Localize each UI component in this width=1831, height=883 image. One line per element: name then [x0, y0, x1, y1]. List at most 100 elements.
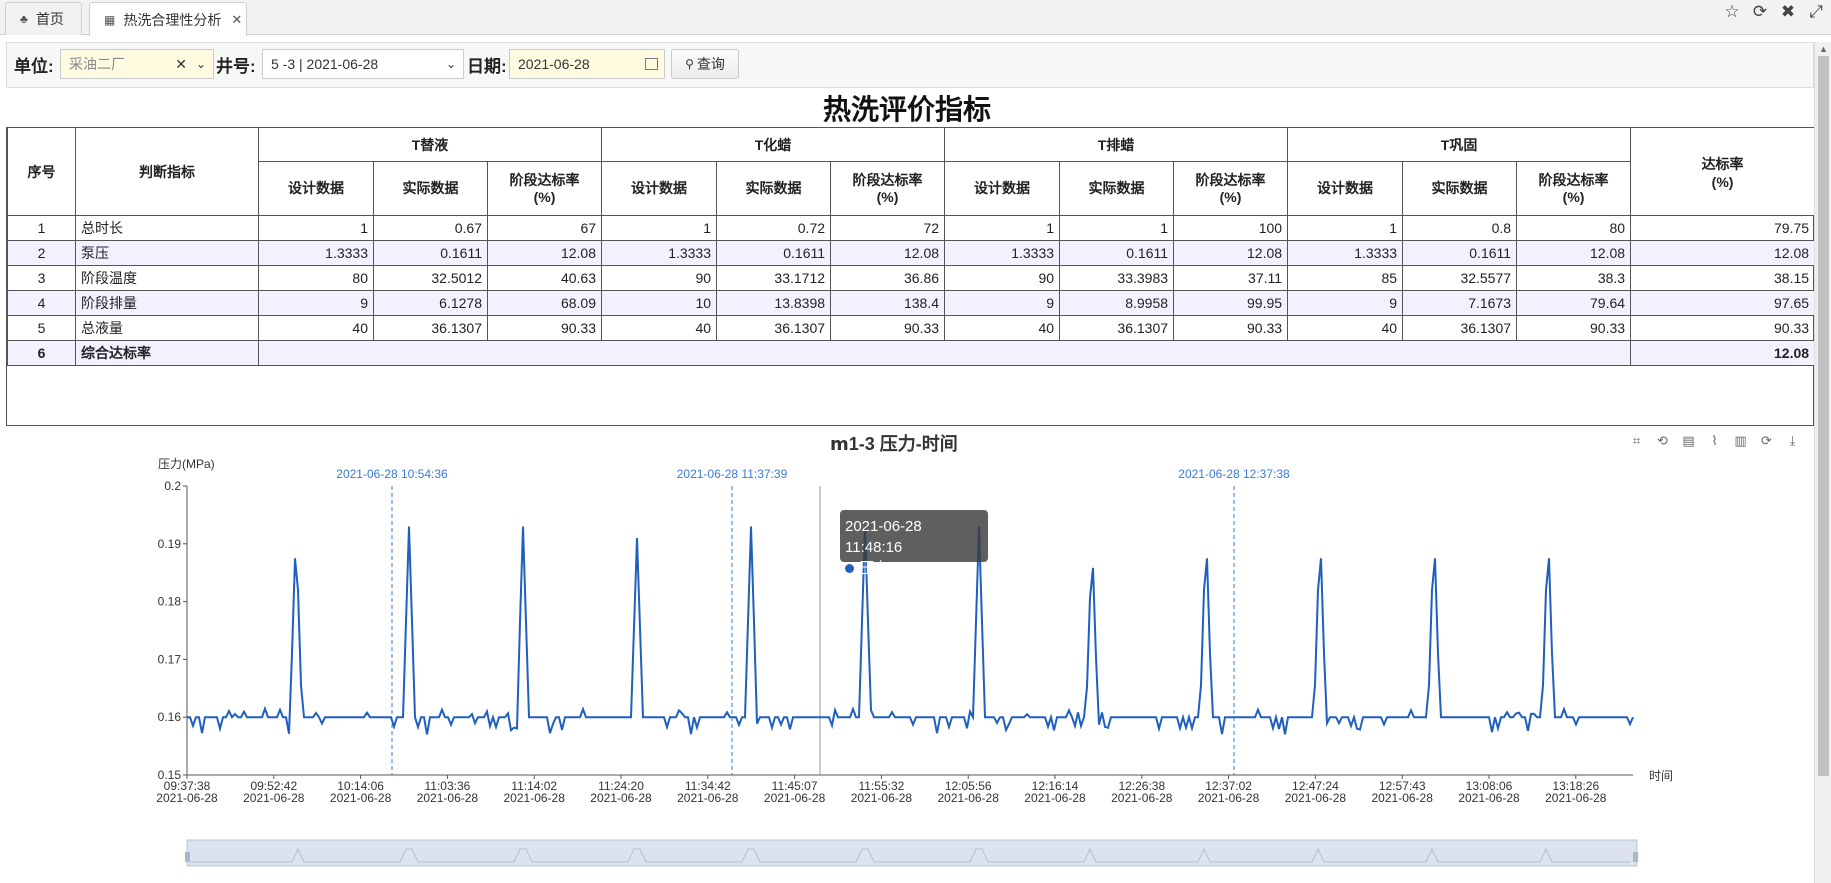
- line-icon[interactable]: ⌇: [1706, 432, 1723, 449]
- scrollbar-thumb[interactable]: [1818, 56, 1829, 776]
- tab-hot-wash-analysis[interactable]: ▦ 热洗合理性分析 ✕: [89, 2, 247, 36]
- cell-value: 40: [258, 315, 374, 341]
- y-tick-label: 0.18: [158, 595, 182, 609]
- query-button[interactable]: ⚲ 查询: [671, 49, 739, 79]
- subheader-design: 设计数据: [944, 161, 1061, 216]
- cell-value: 32.5577: [1402, 265, 1518, 291]
- header-group: T排蜡: [944, 127, 1289, 162]
- cell-value: 0.1611: [716, 240, 832, 266]
- cell-value: 10: [601, 290, 718, 316]
- cell-index: 3: [7, 265, 76, 291]
- cell-value: 9: [944, 290, 1061, 316]
- date-label: 日期:: [467, 57, 507, 76]
- cell-value: 138.4: [830, 290, 946, 316]
- chevron-down-icon[interactable]: ⌄: [196, 57, 206, 71]
- datazoom-slider: [186, 839, 1638, 867]
- x-tick-date: 2021-06-28: [677, 791, 739, 805]
- cell-value: 36.1307: [1059, 315, 1175, 341]
- home-icon: ♣: [20, 12, 28, 26]
- window-tools: ☆ ⟳ ✖ ⤢: [1723, 2, 1825, 22]
- cell-rate: 38.15: [1630, 265, 1816, 291]
- summary-row[interactable]: 6 综合达标率 12.08: [7, 340, 1816, 366]
- x-tick-date: 2021-06-28: [851, 791, 913, 805]
- download-icon[interactable]: ⤓: [1784, 432, 1801, 449]
- table-row[interactable]: 3 阶段温度 80 32.5012 40.63 90 33.1712 36.86 90 33.39…: [7, 265, 1816, 291]
- expand-icon[interactable]: ⤢: [1807, 2, 1825, 22]
- calendar-icon[interactable]: [645, 58, 658, 70]
- cell-value: 33.3983: [1059, 265, 1175, 291]
- header-group: T巩固: [1287, 127, 1632, 162]
- query-label: 查询: [696, 56, 725, 72]
- cell-value: 0.1611: [373, 240, 488, 266]
- chevron-down-icon[interactable]: ⌄: [446, 57, 456, 71]
- tab-close-icon[interactable]: ✕: [231, 12, 242, 28]
- y-tick-label: 0.17: [158, 652, 182, 666]
- cell-value: 9: [258, 290, 374, 316]
- restore-icon[interactable]: ⟳: [1758, 432, 1775, 449]
- cell-value: 80: [1516, 215, 1632, 241]
- cell-value: 1: [1287, 215, 1404, 241]
- table-row[interactable]: 5 总液量 40 36.1307 90.33 40 36.1307 90.33 40 36.130…: [7, 315, 1816, 341]
- cell-value: 1.3333: [944, 240, 1061, 266]
- star-icon[interactable]: ☆: [1723, 2, 1741, 22]
- scroll-up-icon[interactable]: ▲: [1819, 44, 1828, 54]
- cell-value: 13.8398: [716, 290, 832, 316]
- table-row[interactable]: 1 总时长 1 0.67 67 1 0.72 72 1 1 100 1 0.8 80 79.75: [7, 215, 1816, 241]
- cell-value: 40: [1287, 315, 1404, 341]
- cell-rate: 12.08: [1630, 240, 1816, 266]
- page-scrollbar[interactable]: ▲: [1814, 42, 1831, 883]
- y-tick-label: 0.16: [158, 710, 182, 724]
- unit-select[interactable]: 采油二厂 ✕ ⌄: [60, 49, 214, 79]
- x-tick-date: 2021-06-28: [1285, 791, 1347, 805]
- cell-rate: 12.08: [1630, 340, 1816, 366]
- cell-value: 72: [830, 215, 946, 241]
- tab-home[interactable]: ♣ 首页: [5, 2, 82, 35]
- zoom-select-icon[interactable]: ⌗: [1628, 432, 1645, 449]
- x-tick-label: 11:55:32: [858, 779, 904, 793]
- zoom-reset-icon[interactable]: ⟲: [1654, 432, 1671, 449]
- x-tick-date: 2021-06-28: [1545, 791, 1607, 805]
- bar-icon[interactable]: ▥: [1732, 432, 1749, 449]
- x-tick-label: 11:45:07: [772, 779, 818, 793]
- x-tick-label: 12:47:24: [1292, 779, 1339, 793]
- well-select[interactable]: 5 -3 | 2021-06-28 ⌄: [262, 49, 464, 79]
- x-tick-label: 11:14:02: [511, 779, 557, 793]
- table-row[interactable]: 4 阶段排量 9 6.1278 68.09 10 13.8398 138.4 9 8.9958 99…: [7, 290, 1816, 316]
- marker-label: 2021-06-28 11:37:39: [677, 467, 788, 481]
- x-tick-label: 12:37:02: [1205, 779, 1252, 793]
- header-group: T替液: [257, 127, 603, 162]
- cell-value: 1.3333: [1287, 240, 1404, 266]
- subheader-stage-rate: 阶段达标率 (%): [1516, 161, 1632, 216]
- cell-value: 32.5012: [373, 265, 488, 291]
- date-input[interactable]: 2021-06-28: [509, 49, 665, 79]
- cell-value: 36.86: [830, 265, 946, 291]
- refresh-icon[interactable]: ⟳: [1751, 2, 1769, 22]
- cell-value: 40: [944, 315, 1061, 341]
- x-tick-date: 2021-06-28: [938, 791, 1000, 805]
- header-group: T化蜡: [601, 127, 946, 162]
- cell-value: 12.08: [1516, 240, 1632, 266]
- data-view-icon[interactable]: ▤: [1680, 432, 1697, 449]
- cell-index: 1: [7, 215, 76, 241]
- cell-value: 0.1611: [1059, 240, 1175, 266]
- x-tick-date: 2021-06-28: [243, 791, 305, 805]
- tab-home-label: 首页: [35, 11, 64, 27]
- y-tick-label: 0.2: [164, 479, 181, 493]
- close-icon[interactable]: ✖: [1779, 2, 1797, 22]
- cell-value: 37.11: [1173, 265, 1289, 291]
- cell-value: 85: [1287, 265, 1404, 291]
- subheader-design: 设计数据: [258, 161, 374, 216]
- x-tick-label: 09:52:42: [250, 779, 297, 793]
- cell-value: 0.67: [373, 215, 488, 241]
- cell-value: 90.33: [1173, 315, 1289, 341]
- cell-value: 1: [258, 215, 374, 241]
- table-row[interactable]: 2 泵压 1.3333 0.1611 12.08 1.3333 0.1611 12.08 1.3…: [7, 240, 1816, 266]
- evaluation-table: 序号 判断指标 T替液 T化蜡 T排蜡 T巩固 达标率 (%) 设计数据 实际数据阶…: [6, 127, 1816, 426]
- cell-value: 6.1278: [373, 290, 488, 316]
- x-tick-label: 12:16:14: [1032, 779, 1079, 793]
- x-tick-date: 2021-06-28: [417, 791, 479, 805]
- cell-value: 67: [486, 215, 603, 241]
- clear-icon[interactable]: ✕: [175, 56, 187, 73]
- x-tick-date: 2021-06-28: [1198, 791, 1260, 805]
- subheader-stage-rate: 阶段达标率 (%): [1173, 161, 1289, 216]
